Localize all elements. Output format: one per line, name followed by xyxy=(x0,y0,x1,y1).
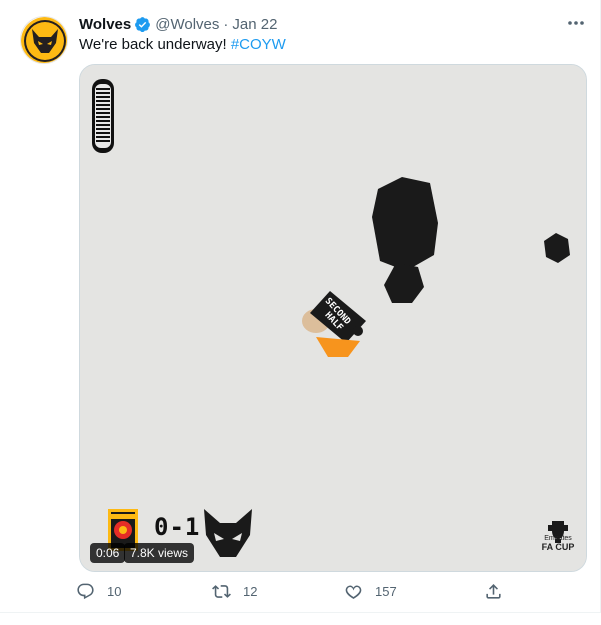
retweet-icon xyxy=(212,585,231,598)
share-icon xyxy=(486,584,501,599)
fa-cup-sponsor: Emirates xyxy=(544,535,572,542)
avatar[interactable] xyxy=(20,16,68,64)
video-frame: SECOND HALF xyxy=(80,65,586,571)
divider xyxy=(0,612,601,613)
author-handle[interactable]: @Wolves xyxy=(155,16,219,33)
fa-cup-logo: Emirates FA CUP xyxy=(538,517,578,552)
tweet[interactable]: Wolves @Wolves · Jan 22 We're back under… xyxy=(0,0,601,612)
more-options-button[interactable] xyxy=(566,14,586,32)
tweet-text-body: We're back underway! xyxy=(79,36,231,53)
fa-cup-name: FA CUP xyxy=(541,542,575,552)
heart-icon xyxy=(345,585,362,599)
black-shape-large xyxy=(372,177,438,271)
author-name[interactable]: Wolves xyxy=(79,16,131,33)
hashtag-link[interactable]: #COYW xyxy=(231,36,286,53)
tweet-text: We're back underway! #COYW xyxy=(79,36,286,53)
retweet-button[interactable]: 12 xyxy=(212,582,257,601)
film-strip-icon xyxy=(92,79,114,153)
tweet-actions: 10 12 157 xyxy=(76,582,516,604)
separator-dot: · xyxy=(223,15,229,33)
tweet-date[interactable]: Jan 22 xyxy=(232,16,277,33)
wolves-logo-icon xyxy=(21,17,67,63)
video-views-badge: 7.8K views xyxy=(124,543,195,563)
video-player[interactable]: SECOND HALF 0-1 0:06 7.8K views Emirates… xyxy=(79,64,587,572)
retweet-count: 12 xyxy=(243,584,258,599)
video-time-badge: 0:06 xyxy=(90,543,126,563)
scoreline: 0-1 xyxy=(154,513,201,541)
more-horizontal-icon xyxy=(568,21,584,25)
like-button[interactable]: 157 xyxy=(344,582,397,601)
share-button[interactable] xyxy=(484,582,503,601)
reply-count: 10 xyxy=(107,584,122,599)
tweet-header: Wolves @Wolves · Jan 22 xyxy=(79,14,277,34)
like-count: 157 xyxy=(375,584,397,599)
verified-badge-icon xyxy=(135,16,151,32)
reply-icon xyxy=(77,583,94,600)
reply-button[interactable]: 10 xyxy=(76,582,121,601)
